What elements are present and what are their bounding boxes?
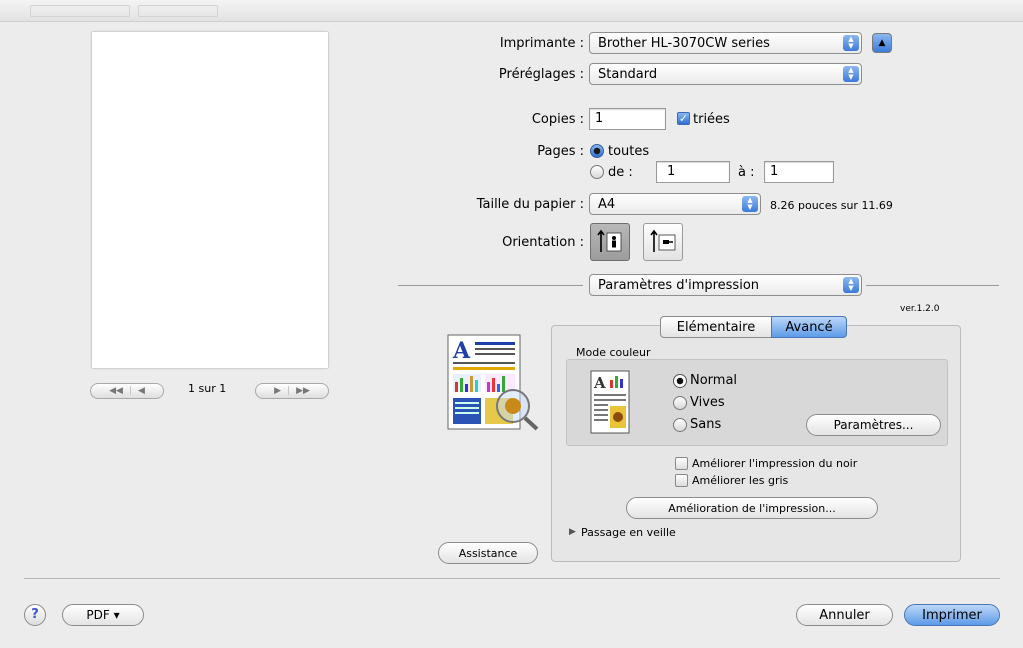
copies-field[interactable]: 1 [589, 108, 666, 130]
print-button[interactable]: Imprimer [904, 604, 1000, 626]
popup-arrows-icon: ▲ ▼ [843, 277, 859, 293]
next-page-icon[interactable]: ▶ [274, 386, 281, 396]
version-label: ver.1.2.0 [900, 304, 940, 314]
bottom-separator [24, 578, 1000, 579]
section-popup-value: Paramètres d'impression [598, 277, 760, 293]
pages-to-label: à : [738, 165, 755, 180]
last-page-icon[interactable]: ▶▶ [296, 386, 310, 396]
ghost-toolbar-item [30, 5, 130, 17]
tab-advanced[interactable]: Avancé [771, 316, 847, 338]
color-vivid-radio[interactable] [673, 396, 687, 410]
collated-label: triées [693, 112, 730, 127]
preview-back-buttons[interactable]: ◀◀ | ◀ [90, 383, 164, 399]
popup-arrows-icon: ▲ ▼ [843, 35, 859, 51]
copies-label: Copies : [531, 112, 584, 127]
paper-size-label: Taille du papier : [476, 197, 584, 212]
paper-size-value: A4 [598, 196, 616, 212]
section-separator [866, 285, 999, 286]
color-vivid-label: Vives [690, 395, 725, 410]
cancel-button[interactable]: Annuler [796, 604, 893, 626]
improve-black-label: Améliorer l'impression du noir [692, 457, 858, 470]
top-toolbar-strip [0, 0, 1023, 22]
color-mode-preview: A [590, 370, 630, 434]
first-page-icon[interactable]: ◀◀ [109, 386, 123, 396]
color-normal-radio[interactable] [673, 374, 687, 388]
pages-from-label: de : [608, 165, 633, 180]
sleep-label[interactable]: Passage en veille [581, 526, 676, 539]
pages-all-label: toutes [608, 144, 650, 159]
ghost-toolbar-item [138, 5, 218, 17]
pages-all-radio[interactable] [590, 144, 604, 158]
page-indicator: 1 sur 1 [188, 382, 227, 395]
print-improvement-button[interactable]: Amélioration de l'impression... [626, 497, 878, 519]
pages-from-field[interactable]: 1 [656, 161, 730, 183]
svg-text:A: A [593, 374, 606, 392]
prev-page-icon[interactable]: ◀ [138, 386, 145, 396]
color-normal-label: Normal [690, 373, 738, 388]
improve-black-checkbox[interactable] [675, 457, 688, 470]
pdf-button[interactable]: PDF ▾ [62, 604, 144, 626]
paper-dimensions: 8.26 pouces sur 11.69 [770, 199, 893, 212]
section-popup[interactable]: Paramètres d'impression ▲ ▼ [589, 274, 862, 296]
help-button[interactable]: ? [24, 604, 46, 626]
pages-to-field[interactable]: 1 [764, 161, 834, 183]
svg-text:A: A [452, 338, 471, 364]
improve-gray-label: Améliorer les gris [692, 474, 789, 487]
disclosure-up-icon: ▲ [878, 38, 886, 48]
color-mode-document-icon: A [590, 370, 630, 434]
improve-gray-checkbox[interactable] [675, 474, 688, 487]
color-none-label: Sans [690, 417, 722, 432]
printer-value: Brother HL-3070CW series [598, 35, 770, 51]
tab-basic[interactable]: Elémentaire [660, 316, 772, 338]
printer-label: Imprimante : [499, 36, 584, 51]
portrait-orientation-icon [597, 229, 622, 252]
popup-arrows-icon: ▲ ▼ [742, 196, 758, 212]
portrait-button[interactable] [590, 223, 630, 261]
preview-forward-buttons[interactable]: ▶ | ▶▶ [255, 383, 329, 399]
presets-value: Standard [598, 66, 658, 82]
color-settings-button[interactable]: Paramètres... [806, 414, 941, 436]
pages-label: Pages : [537, 144, 584, 159]
sleep-disclosure-icon[interactable]: ▶ [569, 527, 576, 537]
color-document-icon: A [447, 334, 539, 431]
paper-size-popup[interactable]: A4 ▲ ▼ [589, 193, 761, 215]
assistance-button[interactable]: Assistance [438, 542, 538, 564]
pages-range-radio[interactable] [590, 165, 604, 179]
popup-arrows-icon: ▲ ▼ [843, 66, 859, 82]
presets-popup[interactable]: Standard ▲ ▼ [589, 63, 862, 85]
color-document-illustration: A [445, 332, 541, 432]
section-separator [398, 285, 583, 286]
landscape-orientation-icon [650, 229, 676, 252]
printer-popup[interactable]: Brother HL-3070CW series ▲ ▼ [589, 32, 862, 54]
color-none-radio[interactable] [673, 418, 687, 432]
landscape-button[interactable] [643, 223, 683, 261]
presets-label: Préréglages : [498, 67, 584, 82]
collated-checkbox[interactable]: ✓ [677, 112, 690, 125]
page-preview [92, 32, 328, 368]
collapse-details-button[interactable]: ▲ [872, 33, 892, 53]
color-mode-title: Mode couleur [576, 346, 651, 359]
orientation-label: Orientation : [502, 235, 584, 250]
